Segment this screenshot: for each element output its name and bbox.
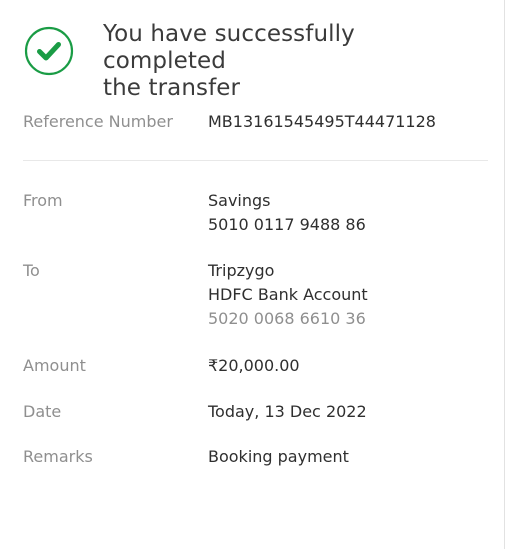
date-value: Today, 13 Dec 2022	[208, 402, 367, 421]
to-bank-account: HDFC Bank Account	[208, 285, 368, 304]
check-circle-icon	[24, 26, 74, 76]
from-value: Savings 5010 0117 9488 86	[208, 189, 366, 237]
reference-value: MB13161545495T44471128	[208, 112, 436, 131]
to-payee-name: Tripzygo	[208, 261, 275, 280]
divider	[23, 160, 488, 161]
reference-label: Reference Number	[23, 112, 173, 131]
from-account-type: Savings	[208, 191, 271, 210]
to-label: To	[23, 261, 40, 280]
from-label: From	[23, 191, 63, 210]
remarks-label: Remarks	[23, 447, 93, 466]
to-account-number: 5020 0068 6610 36	[208, 309, 366, 328]
amount-value: ₹20,000.00	[208, 356, 300, 375]
amount-label: Amount	[23, 356, 86, 375]
date-label: Date	[23, 402, 62, 421]
success-message: You have successfully completed the tran…	[103, 21, 483, 102]
transfer-confirmation-card: You have successfully completed the tran…	[0, 0, 505, 549]
remarks-value: Booking payment	[208, 447, 349, 466]
to-value: Tripzygo HDFC Bank Account 5020 0068 661…	[208, 259, 368, 331]
success-message-line1: You have successfully completed	[103, 21, 355, 74]
success-message-line2: the transfer	[103, 75, 241, 101]
from-account-number: 5010 0117 9488 86	[208, 215, 366, 234]
